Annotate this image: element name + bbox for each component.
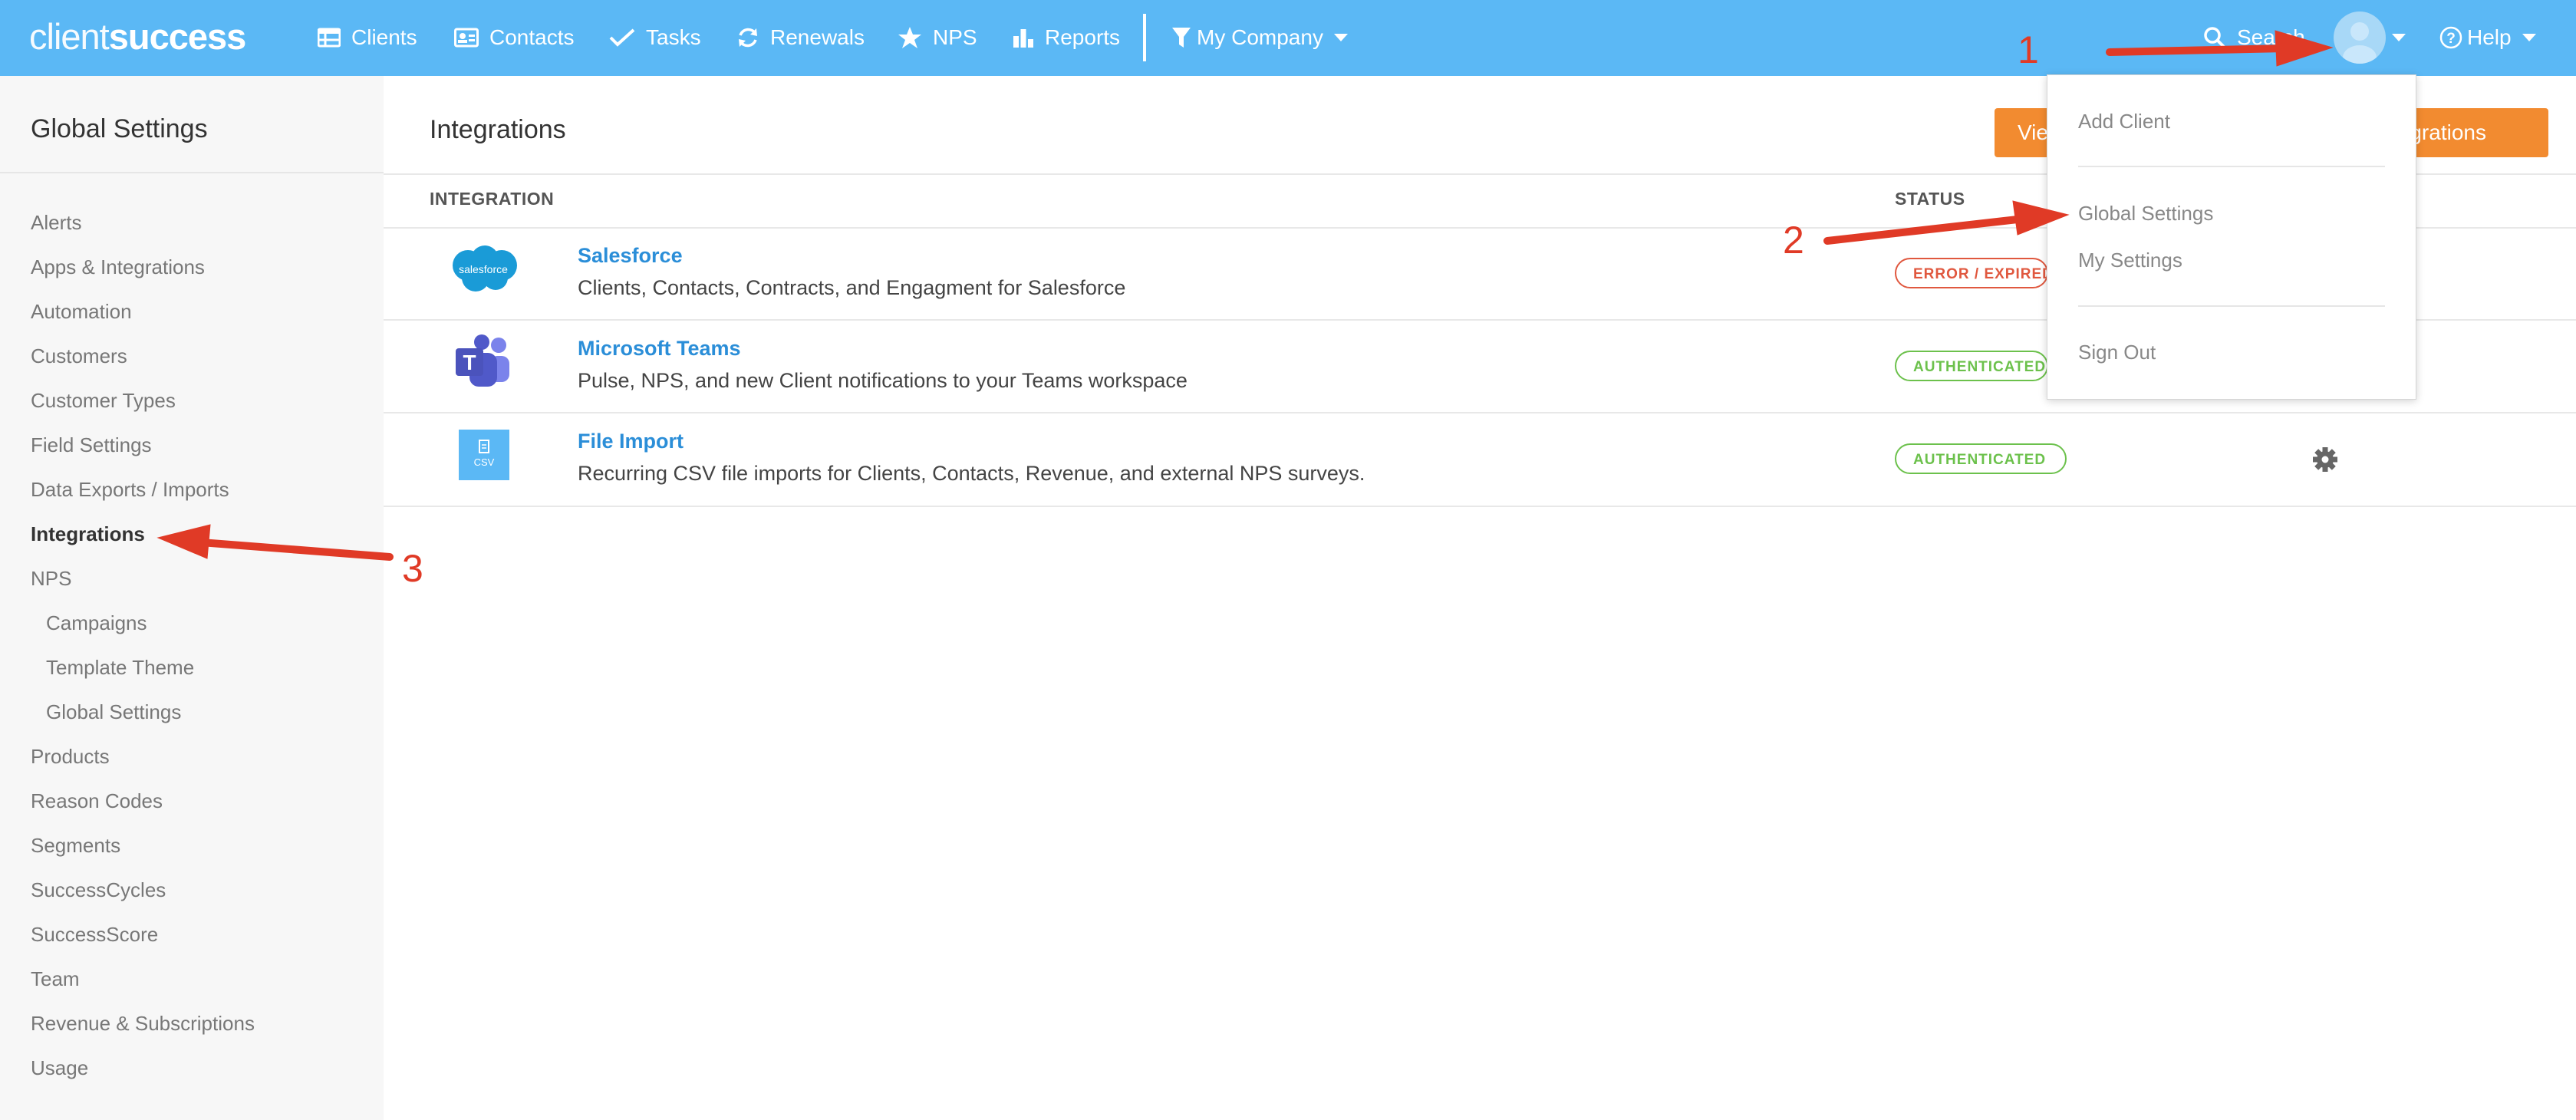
integration-description: Clients, Contacts, Contracts, and Engagm… [578,276,1126,299]
view-button-label: Vie [2018,120,2048,144]
logo-bold-text: success [108,16,247,57]
teams-logo-letter: T [463,351,476,374]
settings-sidebar: Global Settings Alerts Apps & Integratio… [0,76,384,1120]
chevron-down-icon [1333,34,1348,41]
status-badge: AUTHENTICATED [1895,351,2048,381]
sidebar-item-customers[interactable]: Customers [31,344,127,368]
top-navbar: clientsuccess Clients Contacts Tasks Ren… [0,0,2576,76]
annotation-step-2: 2 [1783,219,1804,262]
sidebar-item-segments[interactable]: Segments [31,834,120,858]
menu-divider [2078,305,2385,307]
filter-icon [1172,28,1191,48]
sidebar-item-alerts[interactable]: Alerts [31,211,81,235]
sidebar-item-customer-types[interactable]: Customer Types [31,389,176,413]
sidebar-item-campaigns[interactable]: Campaigns [46,611,147,635]
status-badge: ERROR / EXPIRED [1895,258,2048,288]
sidebar-item-data-exports-imports[interactable]: Data Exports / Imports [31,478,229,502]
nav-tasks[interactable]: Tasks [609,21,701,54]
user-menu-chevron-icon[interactable] [2392,34,2406,41]
sidebar-item-integrations[interactable]: Integrations [31,522,145,546]
integration-name-file-import[interactable]: File Import [578,430,684,453]
integration-name-salesforce[interactable]: Salesforce [578,244,683,268]
sidebar-item-successscore[interactable]: SuccessScore [31,923,158,947]
sidebar-item-usage[interactable]: Usage [31,1056,88,1080]
nav-reports[interactable]: Reports [1013,21,1120,54]
integration-name-microsoft-teams[interactable]: Microsoft Teams [578,337,741,361]
nav-contacts[interactable]: Contacts [454,21,575,54]
table-icon [318,28,341,48]
nav-clients[interactable]: Clients [318,21,417,54]
annotation-step-1: 1 [2018,28,2039,71]
annotation-step-3: 3 [402,547,423,590]
sidebar-item-revenue-subscriptions[interactable]: Revenue & Subscriptions [31,1012,255,1036]
menu-item-my-settings[interactable]: My Settings [2078,249,2182,272]
salesforce-logo-text: salesforce [459,263,508,275]
nav-tasks-label: Tasks [646,25,701,49]
menu-item-add-client[interactable]: Add Client [2078,110,2170,133]
search-icon [2204,27,2226,49]
column-header-integration: INTEGRATION [430,189,555,209]
contact-card-icon [454,28,479,48]
company-filter-dropdown[interactable]: My Company [1172,21,1348,54]
nav-nps-label: NPS [933,25,977,49]
star-icon [898,27,921,48]
logo-light-text: client [29,16,110,57]
row-divider [384,506,2576,507]
help-label: Help [2467,25,2512,49]
menu-divider [2078,166,2385,167]
user-avatar[interactable] [2334,12,2386,64]
user-dropdown-menu: Add Client Global Settings My Settings S… [2047,74,2416,400]
csv-logo-text: CSV [474,456,495,468]
row-divider [384,412,2576,413]
sidebar-item-automation[interactable]: Automation [31,300,132,324]
sidebar-item-nps[interactable]: NPS [31,567,71,591]
nav-reports-label: Reports [1045,25,1121,49]
sidebar-item-successcycles[interactable]: SuccessCycles [31,878,166,902]
sidebar-item-template-theme[interactable]: Template Theme [46,656,194,680]
integration-description: Recurring CSV file imports for Clients, … [578,462,1365,485]
svg-text:?: ? [2446,31,2456,47]
arrow-2-shaft [1823,216,2021,245]
page-title: Integrations [430,115,566,144]
chevron-down-icon [2522,34,2536,41]
sidebar-divider [0,172,384,173]
sidebar-title: Global Settings [31,114,208,143]
salesforce-logo: salesforce [453,245,517,292]
menu-item-global-settings[interactable]: Global Settings [2078,202,2213,226]
csv-file-logo: CSV [459,430,509,480]
microsoft-teams-logo: T [456,334,509,387]
menu-item-sign-out[interactable]: Sign Out [2078,341,2156,364]
status-badge: AUTHENTICATED [1895,443,2067,474]
sidebar-item-apps-integrations[interactable]: Apps & Integrations [31,255,205,279]
user-silhouette-icon [2343,22,2377,64]
nav-contacts-label: Contacts [489,25,575,49]
company-filter-label: My Company [1197,25,1323,49]
column-header-status: STATUS [1895,189,1965,209]
nav-clients-label: Clients [351,25,417,49]
nav-renewals[interactable]: Renewals [736,21,865,54]
app-logo[interactable]: clientsuccess [29,15,247,58]
help-circle-icon: ? [2439,26,2462,49]
bar-chart-icon [1013,29,1033,48]
integration-description: Pulse, NPS, and new Client notifications… [578,369,1188,392]
sidebar-item-products[interactable]: Products [31,745,110,769]
search-button[interactable]: Search [2203,21,2305,54]
check-icon [609,28,635,47]
sidebar-item-team[interactable]: Team [31,967,80,991]
help-dropdown[interactable]: ? Help [2439,21,2536,54]
refresh-icon [739,28,757,48]
sidebar-item-reason-codes[interactable]: Reason Codes [31,789,163,813]
nav-nps[interactable]: NPS [898,21,977,54]
nav-divider [1143,14,1146,61]
search-label: Search [2237,25,2305,49]
gear-icon[interactable] [2312,446,2338,473]
sidebar-item-field-settings[interactable]: Field Settings [31,433,152,457]
sidebar-item-nps-global-settings[interactable]: Global Settings [46,700,181,724]
nav-renewals-label: Renewals [770,25,865,49]
